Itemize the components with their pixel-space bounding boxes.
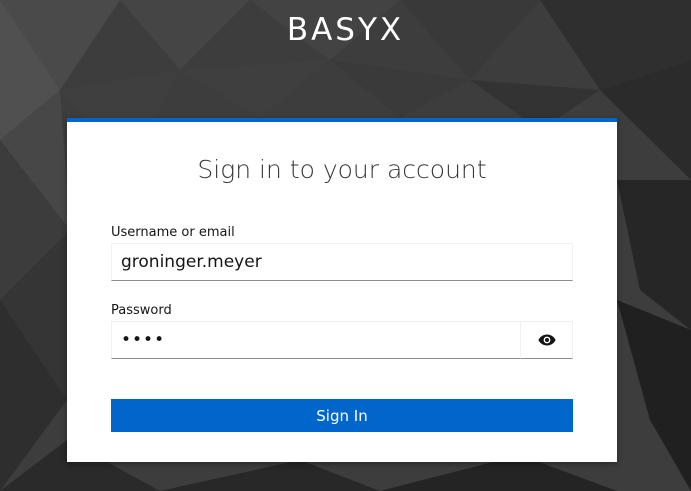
password-field[interactable]: ••••: [111, 321, 521, 359]
login-title: Sign in to your account: [197, 155, 487, 184]
login-card: Sign in to your account Username or emai…: [67, 118, 617, 462]
username-label: Username or email: [111, 225, 235, 240]
sign-in-button[interactable]: Sign In: [111, 399, 573, 432]
password-label: Password: [111, 303, 172, 318]
username-field[interactable]: groninger.meyer: [111, 243, 573, 281]
eye-icon: [537, 334, 556, 346]
brand-title: BASYX: [286, 12, 405, 48]
show-password-button[interactable]: [520, 321, 573, 359]
